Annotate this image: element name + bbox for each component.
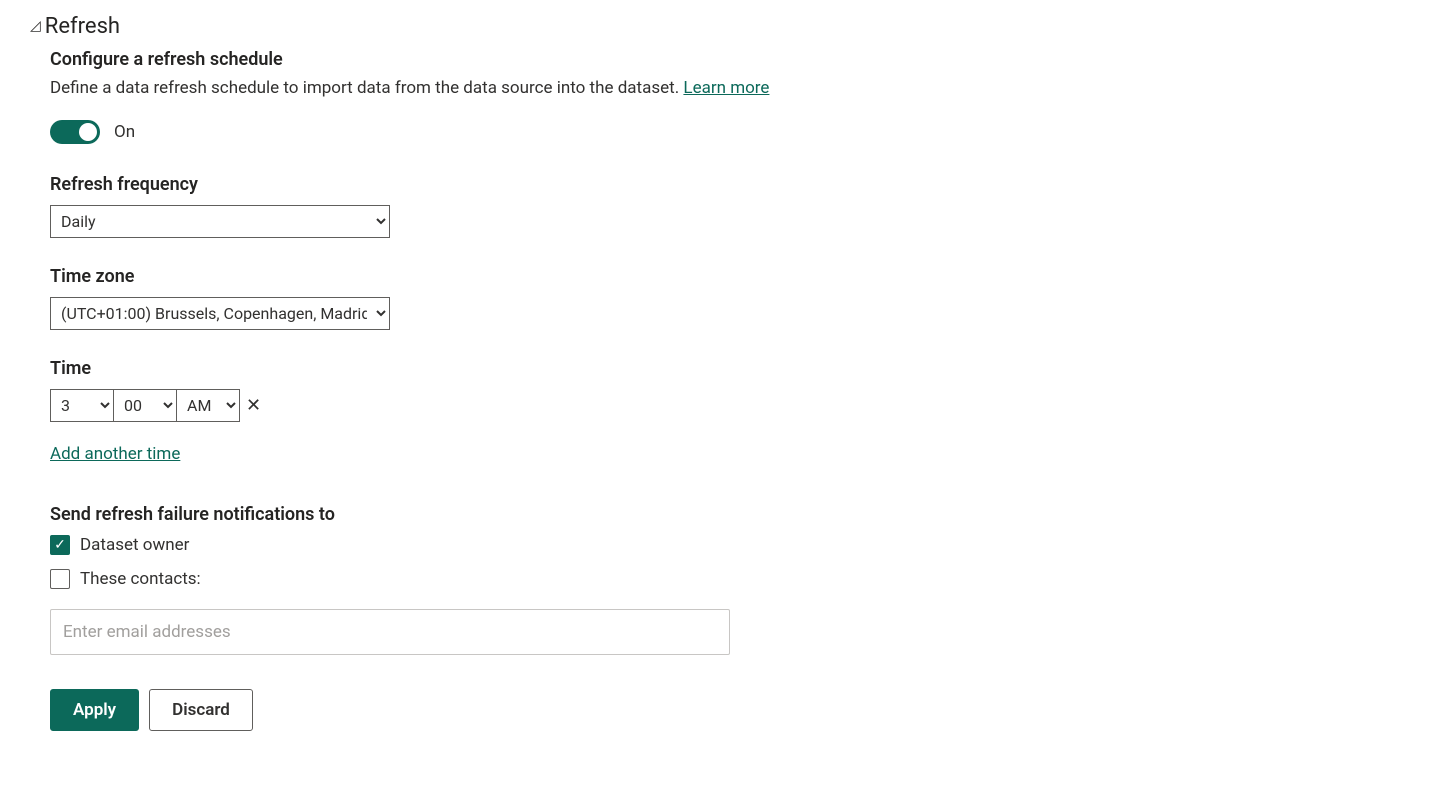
notifications-label: Send refresh failure notifications to — [50, 504, 1420, 525]
button-row: Apply Discard — [50, 689, 1420, 731]
apply-button[interactable]: Apply — [50, 689, 139, 731]
discard-button[interactable]: Discard — [149, 689, 253, 731]
collapse-triangle-icon[interactable]: ◿ — [30, 18, 41, 34]
time-minute-select[interactable]: 00 — [113, 389, 177, 422]
these-contacts-label: These contacts: — [80, 569, 201, 589]
description-body: Define a data refresh schedule to import… — [50, 78, 683, 98]
description-text: Define a data refresh schedule to import… — [50, 78, 1420, 98]
timezone-label: Time zone — [50, 266, 1420, 287]
learn-more-link[interactable]: Learn more — [683, 78, 769, 98]
toggle-state-label: On — [114, 122, 135, 142]
email-addresses-input[interactable] — [50, 609, 730, 655]
schedule-toggle[interactable] — [50, 120, 100, 144]
section-title: Refresh — [45, 14, 120, 39]
these-contacts-checkbox[interactable] — [50, 569, 70, 589]
dataset-owner-checkbox[interactable]: ✓ — [50, 535, 70, 555]
time-label: Time — [50, 358, 1420, 379]
time-hour-select[interactable]: 3 — [50, 389, 114, 422]
timezone-select[interactable]: (UTC+01:00) Brussels, Copenhagen, Madrid… — [50, 297, 390, 330]
frequency-label: Refresh frequency — [50, 174, 1420, 195]
content-area: Configure a refresh schedule Define a da… — [50, 49, 1420, 731]
dataset-owner-label: Dataset owner — [80, 535, 189, 555]
frequency-select[interactable]: Daily — [50, 205, 390, 238]
dataset-owner-row: ✓ Dataset owner — [50, 535, 1420, 555]
these-contacts-row: These contacts: — [50, 569, 1420, 589]
toggle-knob — [79, 123, 97, 141]
timezone-field: Time zone (UTC+01:00) Brussels, Copenhag… — [50, 266, 1420, 330]
time-field: Time 3 00 AM ✕ Add another time — [50, 358, 1420, 464]
add-another-time-link[interactable]: Add another time — [50, 444, 180, 464]
time-ampm-select[interactable]: AM — [176, 389, 240, 422]
schedule-toggle-row: On — [50, 120, 1420, 144]
section-header: ◿ Refresh — [30, 14, 1420, 39]
time-row: 3 00 AM ✕ — [50, 389, 1420, 422]
remove-time-icon[interactable]: ✕ — [246, 395, 261, 416]
frequency-field: Refresh frequency Daily — [50, 174, 1420, 238]
notifications-section: Send refresh failure notifications to ✓ … — [50, 504, 1420, 655]
checkmark-icon: ✓ — [54, 538, 66, 552]
configure-subtitle: Configure a refresh schedule — [50, 49, 1420, 70]
